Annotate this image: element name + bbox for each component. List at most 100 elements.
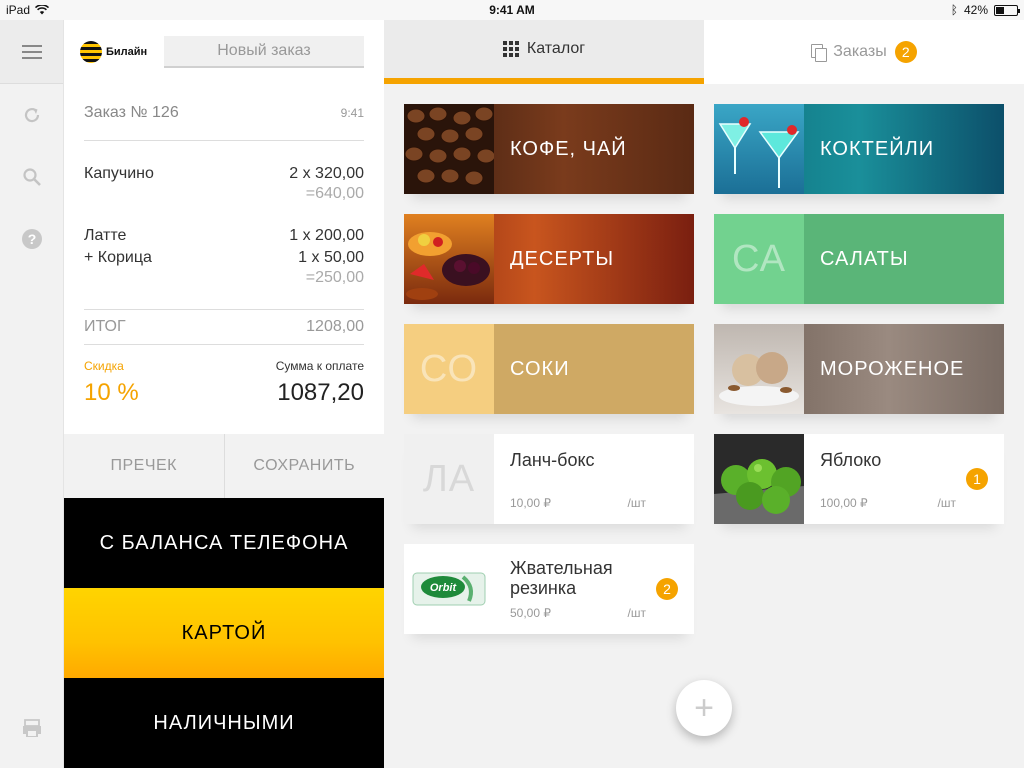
category-label: СОКИ xyxy=(510,357,570,380)
product-unit: /шт xyxy=(627,606,646,620)
category-salads[interactable]: СА САЛАТЫ xyxy=(714,214,1004,304)
brand-logo: Билайн xyxy=(64,41,164,63)
total-value: 1208,00 xyxy=(306,318,364,335)
plus-icon: + xyxy=(694,688,714,727)
order-title-row: Заказ № 126 9:41 xyxy=(84,84,364,141)
category-ice-cream[interactable]: МОРОЖЕНОЕ xyxy=(714,324,1004,414)
pay-cash-button[interactable]: НАЛИЧНЫМИ xyxy=(64,678,384,768)
product-price: 10,00 ₽ xyxy=(510,496,551,510)
discount-block[interactable]: Скидка 10 % xyxy=(84,359,139,407)
battery-percent: 42% xyxy=(963,3,988,17)
order-number: Заказ № 126 xyxy=(84,104,179,121)
order-panel: Билайн Новый заказ Заказ № 126 9:41 Капу… xyxy=(64,20,384,768)
total-label: ИТОГ xyxy=(84,318,126,335)
product-price: 100,00 ₽ xyxy=(820,496,868,510)
refresh-button[interactable] xyxy=(0,84,64,146)
total-row: ИТОГ 1208,00 xyxy=(84,309,364,345)
item-qty-price: 2 x 320,00 xyxy=(289,165,364,182)
order-item-cappuccino[interactable]: Капучино 2 x 320,00 =640,00 xyxy=(84,141,364,203)
left-rail: ? xyxy=(0,20,64,768)
ice-cream-image xyxy=(714,324,804,414)
category-juices[interactable]: СО СОКИ xyxy=(404,324,694,414)
order-item-latte[interactable]: Латте 1 x 200,00 + Корица 1 x 50,00 =250… xyxy=(84,203,364,287)
item-subtotal: =640,00 xyxy=(305,185,364,202)
product-info: Жвательная резинка 50,00 ₽ /шт 2 xyxy=(494,544,694,634)
battery-fill xyxy=(996,6,1005,14)
discount-label: Скидка xyxy=(84,359,124,373)
orbit-logo-text: Orbit xyxy=(430,582,458,594)
help-button[interactable]: ? xyxy=(0,208,64,270)
new-order-tab[interactable]: Новый заказ xyxy=(164,36,364,68)
amount-due-label: Сумма к оплате xyxy=(275,359,364,373)
category-label: МОРОЖЕНОЕ xyxy=(820,357,965,380)
cocktails-image xyxy=(714,104,804,194)
product-chewing-gum[interactable]: Orbit Жвательная резинка 50,00 ₽ /шт 2 xyxy=(404,544,694,634)
clock: 9:41 AM xyxy=(489,3,535,17)
add-button[interactable]: + xyxy=(676,680,732,736)
item-name: Латте xyxy=(84,227,127,244)
status-bar: iPad 9:41 AM ᛒ 42% xyxy=(0,0,1024,20)
product-price: 50,00 ₽ xyxy=(510,606,551,620)
juices-placeholder: СО xyxy=(404,324,494,414)
precheck-button[interactable]: ПРЕЧЕК xyxy=(64,434,224,498)
save-button[interactable]: СОХРАНИТЬ xyxy=(225,434,385,498)
amount-due-value: 1087,20 xyxy=(277,379,364,406)
tab-orders[interactable]: Заказы 2 xyxy=(704,20,1024,84)
category-label: КОКТЕЙЛИ xyxy=(820,137,935,160)
product-unit: /шт xyxy=(937,496,956,510)
product-count-badge: 1 xyxy=(966,468,988,490)
product-name: Жвательная резинка xyxy=(510,558,613,598)
order-details: Заказ № 126 9:41 Капучино 2 x 320,00 =64… xyxy=(64,84,384,407)
product-name: Яблоко xyxy=(820,450,882,470)
orders-icon xyxy=(811,44,828,62)
order-actions: ПРЕЧЕК СОХРАНИТЬ xyxy=(64,434,384,498)
item-qty-price: 1 x 200,00 xyxy=(289,227,364,244)
beeline-logo-icon xyxy=(80,41,102,63)
addon-name: + Корица xyxy=(84,249,152,266)
product-meta: 50,00 ₽ /шт xyxy=(510,606,646,620)
category-label: ДЕСЕРТЫ xyxy=(510,247,615,270)
category-coffee-tea[interactable]: КОФЕ, ЧАЙ xyxy=(404,104,694,194)
order-time: 9:41 xyxy=(340,106,364,120)
amount-due-block: Сумма к оплате 1087,20 xyxy=(276,359,364,407)
menu-button[interactable] xyxy=(0,20,63,84)
product-name: Ланч-бокс xyxy=(510,450,595,470)
product-unit: /шт xyxy=(627,496,646,510)
bluetooth-icon: ᛒ xyxy=(950,3,958,17)
category-abbreviation: СА xyxy=(732,237,786,280)
orbit-gum-image: Orbit xyxy=(404,544,494,634)
grid-icon xyxy=(502,41,519,57)
product-lunch-box[interactable]: ЛА Ланч-бокс 10,00 ₽ /шт xyxy=(404,434,694,524)
desserts-image xyxy=(404,214,494,304)
product-apple[interactable]: Яблоко 100,00 ₽ /шт 1 xyxy=(714,434,1004,524)
product-meta: 100,00 ₽ /шт xyxy=(820,496,956,510)
search-button[interactable] xyxy=(0,146,64,208)
lunch-box-placeholder: ЛА xyxy=(404,434,494,524)
tab-catalog-label: Каталог xyxy=(526,40,586,57)
orders-count-badge: 2 xyxy=(894,41,917,63)
tab-catalog[interactable]: Каталог xyxy=(384,20,704,84)
apples-image xyxy=(714,434,804,524)
category-label: КОФЕ, ЧАЙ xyxy=(510,137,627,160)
brand-name: Билайн xyxy=(106,46,148,58)
hamburger-icon xyxy=(21,41,42,63)
pay-by-phone-balance-button[interactable]: С БАЛАНСА ТЕЛЕФОНА xyxy=(64,498,384,588)
payment-summary: Скидка 10 % Сумма к оплате 1087,20 xyxy=(84,345,364,407)
product-info: Яблоко 100,00 ₽ /шт 1 xyxy=(804,434,1004,524)
main-tabs: Каталог Заказы 2 xyxy=(384,20,1024,84)
search-icon xyxy=(23,168,41,186)
battery-icon xyxy=(994,4,1020,16)
category-desserts[interactable]: ДЕСЕРТЫ xyxy=(404,214,694,304)
printer-icon[interactable] xyxy=(20,718,44,738)
category-label: САЛАТЫ xyxy=(820,247,909,270)
coffee-beans-image xyxy=(404,104,494,194)
item-subtotal: =250,00 xyxy=(305,269,364,286)
salads-placeholder: СА xyxy=(714,214,804,304)
order-header: Билайн Новый заказ xyxy=(64,20,384,84)
category-abbreviation: СО xyxy=(419,347,479,390)
product-meta: 10,00 ₽ /шт xyxy=(510,496,646,510)
pay-by-card-button[interactable]: КАРТОЙ xyxy=(64,588,384,678)
category-cocktails[interactable]: КОКТЕЙЛИ xyxy=(714,104,1004,194)
discount-value: 10 % xyxy=(84,379,139,406)
product-info: Ланч-бокс 10,00 ₽ /шт xyxy=(494,434,694,524)
